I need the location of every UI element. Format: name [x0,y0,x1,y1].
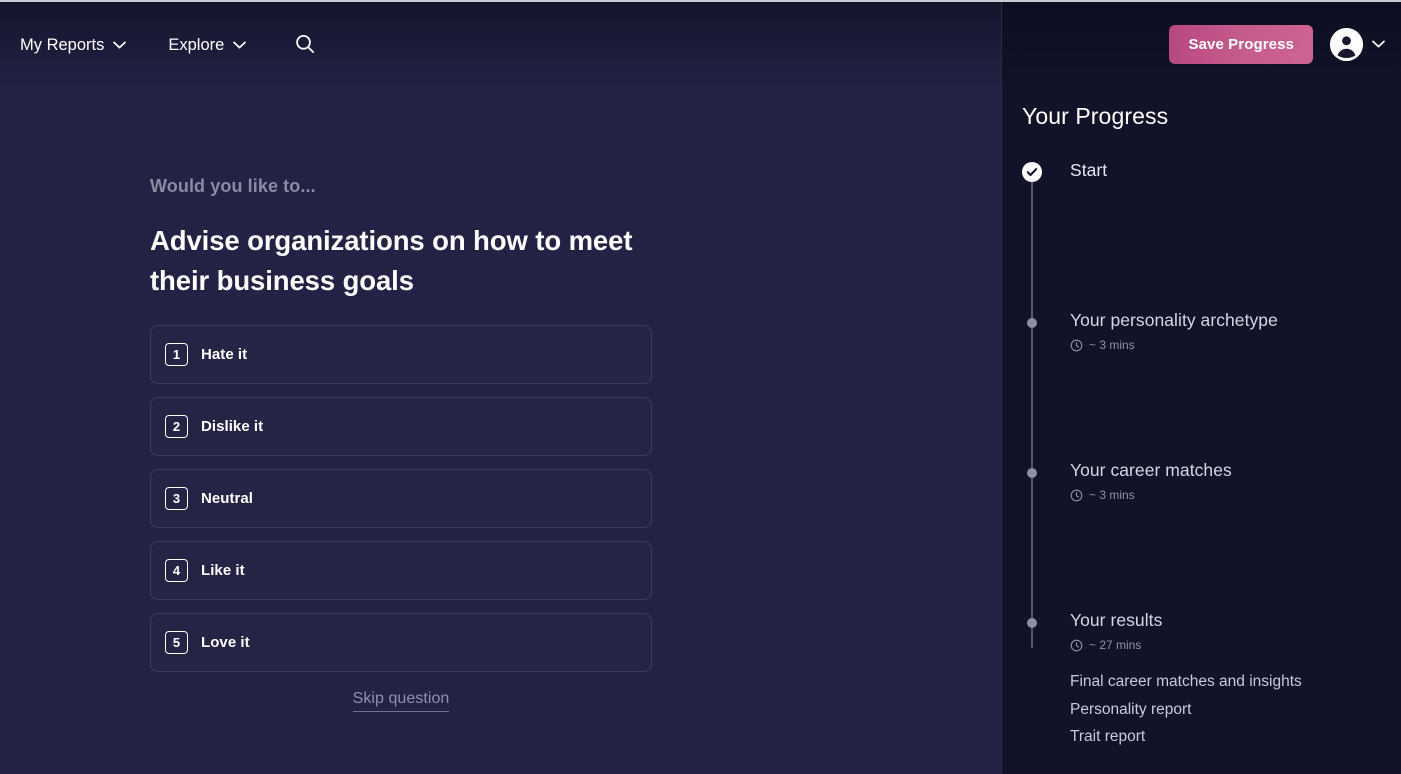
option-label: Neutral [201,489,254,507]
answer-options-list: 1 Hate it 2 Dislike it 3 Neutral 4 Like … [150,324,652,672]
option-number-badge: 1 [165,342,188,366]
timeline-marker [1022,610,1042,628]
timeline-step-duration: ~ 27 mins [1070,638,1302,652]
timeline-sub-item-trait-report[interactable]: Trait report [1070,728,1302,747]
timeline-step-body: Your results ~ 27 mins Final career matc… [1070,610,1302,747]
skip-question-link[interactable]: Skip question [352,690,450,712]
timeline-step-label: Your personality archetype [1070,310,1278,330]
nav-item-my-reports[interactable]: My Reports [20,35,127,54]
question-eyebrow: Would you like to... [150,176,316,196]
account-menu[interactable] [1330,27,1385,61]
answer-option-1[interactable]: 1 Hate it [150,324,652,384]
timeline-step-duration: ~ 3 mins [1070,338,1278,352]
dot-icon [1027,318,1037,328]
option-number-badge: 2 [165,414,188,438]
option-number-badge: 3 [165,486,188,510]
skip-question-row: Skip question [150,690,652,712]
user-avatar-icon [1330,27,1363,61]
browser-top-edge [0,0,1401,2]
option-label: Hate it [201,345,248,363]
answer-option-5[interactable]: 5 Love it [150,612,652,672]
top-navigation: My Reports Explore [0,0,320,88]
option-label: Like it [201,561,245,579]
option-label: Love it [201,633,250,651]
timeline-step-label: Your career matches [1070,460,1232,480]
answer-option-4[interactable]: 4 Like it [150,540,652,600]
nav-item-explore[interactable]: Explore [168,35,247,54]
timeline-step-body: Your personality archetype ~ 3 mins [1070,310,1278,352]
timeline-step-duration: ~ 3 mins [1070,488,1232,502]
option-number-badge: 4 [165,558,188,582]
timeline-marker [1022,460,1042,478]
progress-timeline: Start Your personality archetype ~ 3 min… [1022,160,1382,747]
main-content-pane: My Reports Explore Would you like to... … [0,0,1001,774]
check-circle-icon [1022,162,1042,182]
timeline-step-personality-archetype: Your personality archetype ~ 3 mins [1022,310,1382,460]
option-number-badge: 5 [165,630,188,654]
page-title: Advise organizations on how to meet thei… [150,225,633,296]
answer-option-2[interactable]: 2 Dislike it [150,396,652,456]
dot-icon [1027,618,1037,628]
timeline-marker [1022,160,1042,182]
timeline-step-duration-label: ~ 27 mins [1089,638,1142,652]
timeline-marker [1022,310,1042,328]
app-root: My Reports Explore Would you like to... … [0,0,1401,774]
nav-item-explore-label: Explore [168,35,225,54]
timeline-step-career-matches: Your career matches ~ 3 mins [1022,460,1382,610]
timeline-step-duration-label: ~ 3 mins [1089,488,1135,502]
sidebar-header: Save Progress [1002,0,1401,88]
dot-icon [1027,468,1037,478]
timeline-step-start: Start [1022,160,1382,310]
timeline-step-label: Your results [1070,610,1163,630]
chevron-down-icon [233,41,247,49]
save-progress-button[interactable]: Save Progress [1169,24,1313,64]
chevron-down-icon [113,41,127,49]
search-icon[interactable] [290,29,320,59]
clock-icon [1070,339,1083,352]
chevron-down-icon [1372,40,1385,48]
progress-title: Your Progress [1022,103,1169,129]
timeline-step-your-results: Your results ~ 27 mins Final career matc… [1022,610,1382,747]
option-label: Dislike it [201,417,264,435]
timeline-step-label: Start [1070,160,1108,180]
answer-option-3[interactable]: 3 Neutral [150,468,652,528]
clock-icon [1070,639,1083,652]
nav-item-my-reports-label: My Reports [20,35,105,54]
timeline-sub-item-personality-report[interactable]: Personality report [1070,701,1302,720]
timeline-step-body: Start [1070,160,1107,181]
question-block: Would you like to... Advise organization… [150,176,652,712]
clock-icon [1070,489,1083,502]
timeline-sub-item-final-career-matches[interactable]: Final career matches and insights [1070,673,1302,692]
timeline-sub-items: Final career matches and insights Person… [1070,673,1302,747]
timeline-step-body: Your career matches ~ 3 mins [1070,460,1232,502]
progress-sidebar: Save Progress Your Progress Start Your p… [1001,0,1401,774]
timeline-step-duration-label: ~ 3 mins [1089,338,1135,352]
